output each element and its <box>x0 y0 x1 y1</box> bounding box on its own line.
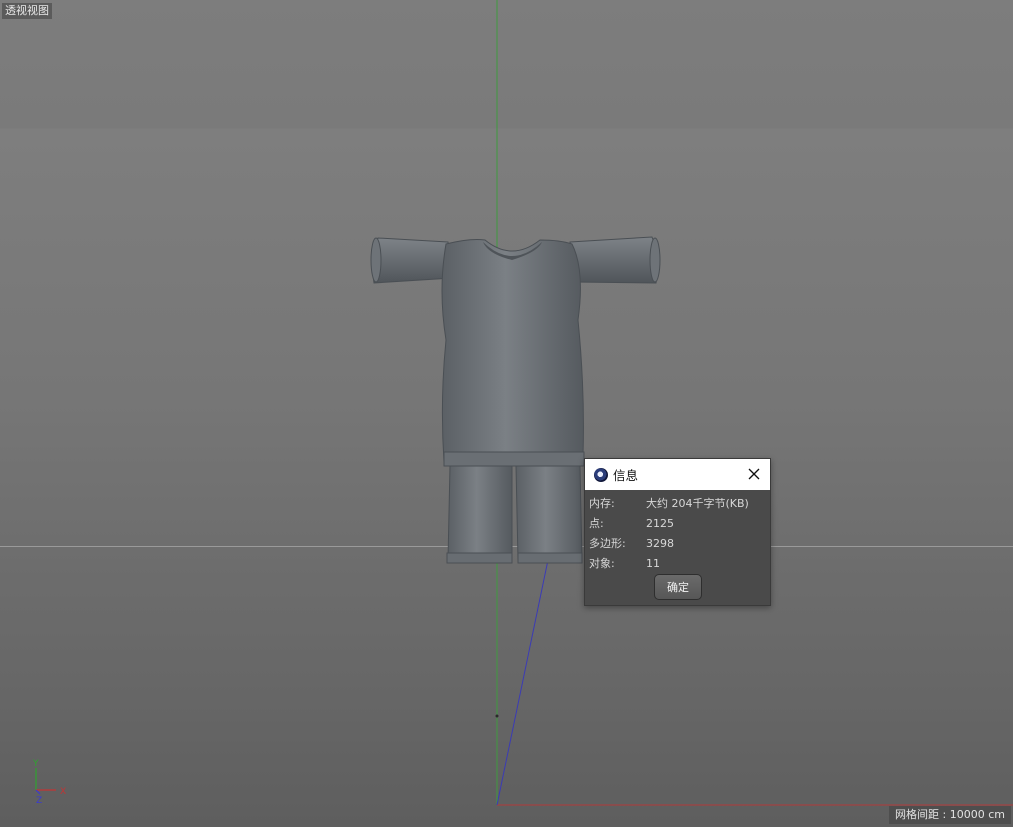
info-row-points: 点: 2125 <box>589 513 770 533</box>
info-dialog[interactable]: 信息 内存: 大约 204千字节(KB) 点: 2125 多边形: 3298 对… <box>584 458 771 606</box>
info-row-objects: 对象: 11 <box>589 553 770 573</box>
info-value: 11 <box>646 556 660 570</box>
info-key: 对象: <box>589 557 615 570</box>
perspective-viewport[interactable]: 透视视图 Y X Z 网格间距 : 10000 cm 信息 内存: 大约 204… <box>0 0 1013 827</box>
cinema4d-icon <box>594 467 608 482</box>
info-value: 2125 <box>646 516 674 530</box>
grid-spacing-readout: 网格间距 : 10000 cm <box>889 806 1011 824</box>
viewport-scene <box>0 0 1013 806</box>
info-key: 内存: <box>589 497 615 510</box>
pivot-dot <box>495 714 499 718</box>
info-row-memory: 内存: 大约 204千字节(KB) <box>589 493 770 513</box>
axis-gizmo: Y X Z <box>32 759 66 806</box>
info-value: 大约 204千字节(KB) <box>646 497 749 510</box>
axis-y-label: Y <box>32 759 39 769</box>
dialog-titlebar[interactable]: 信息 <box>585 459 770 490</box>
dialog-title: 信息 <box>613 468 639 483</box>
dialog-body: 内存: 大约 204千字节(KB) 点: 2125 多边形: 3298 对象: … <box>585 490 770 573</box>
viewport-title[interactable]: 透视视图 <box>2 3 52 19</box>
info-key: 点: <box>589 517 604 530</box>
world-z-axis <box>496 559 549 806</box>
axis-x-label: X <box>60 787 66 797</box>
info-row-polygons: 多边形: 3298 <box>589 533 770 553</box>
ok-button[interactable]: 确定 <box>654 574 702 600</box>
info-key: 多边形: <box>589 537 626 550</box>
axis-z-label: Z <box>36 796 42 806</box>
info-value: 3298 <box>646 536 674 550</box>
close-icon[interactable] <box>746 466 762 482</box>
